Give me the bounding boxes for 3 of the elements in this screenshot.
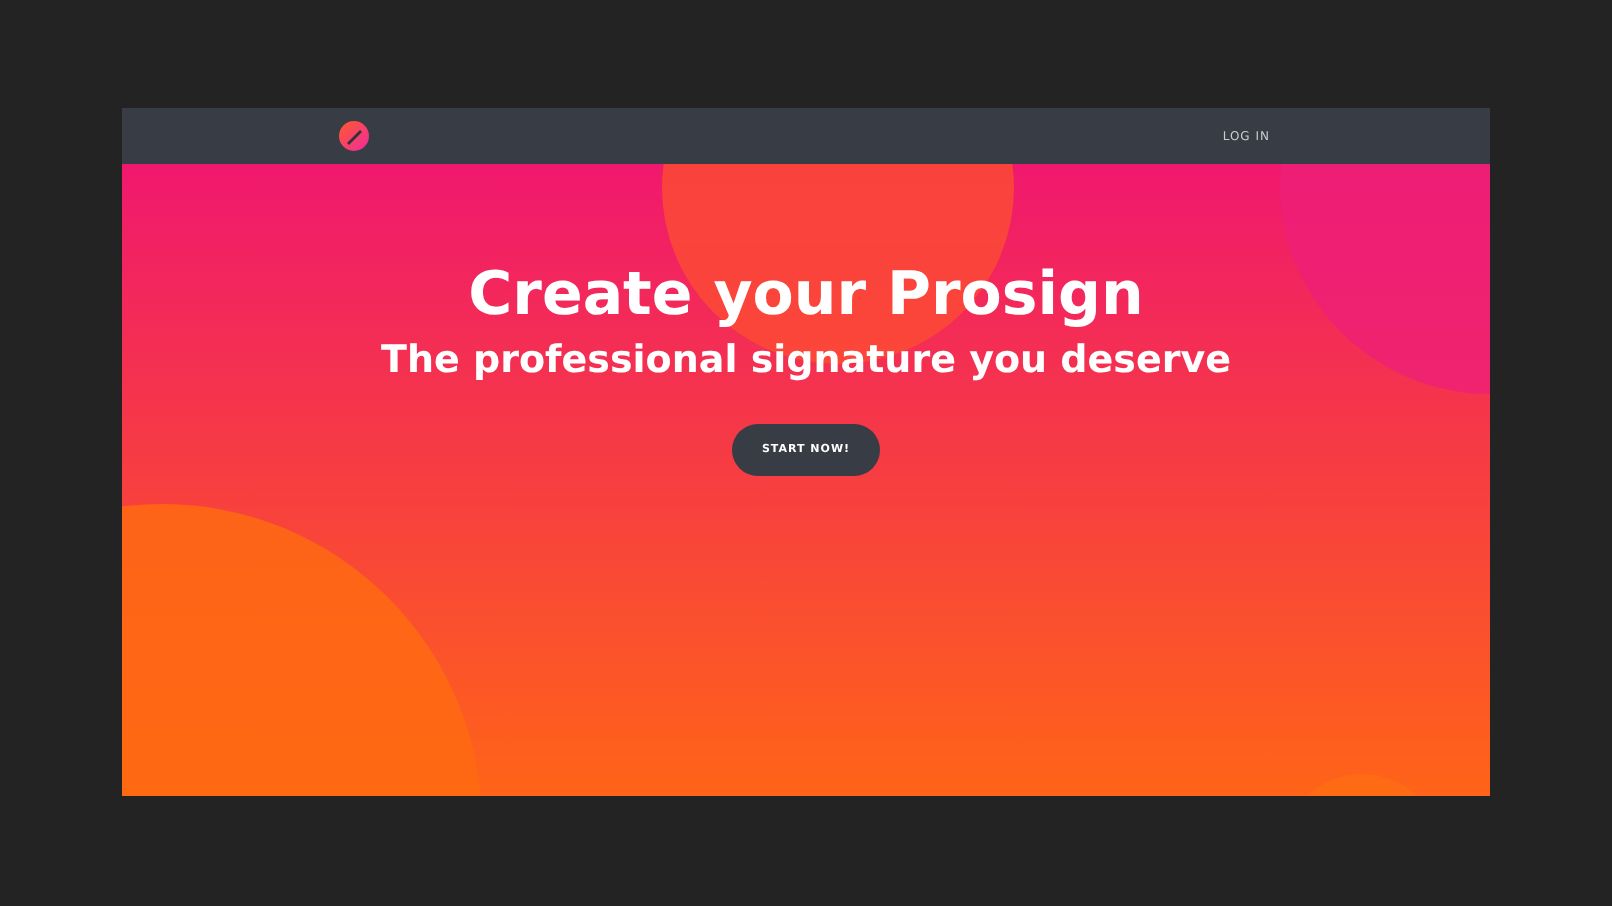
hero-title: Create your Prosign bbox=[468, 260, 1144, 332]
hero-subtitle: The professional signature you deserve bbox=[381, 336, 1231, 384]
logo-icon[interactable] bbox=[338, 120, 370, 152]
